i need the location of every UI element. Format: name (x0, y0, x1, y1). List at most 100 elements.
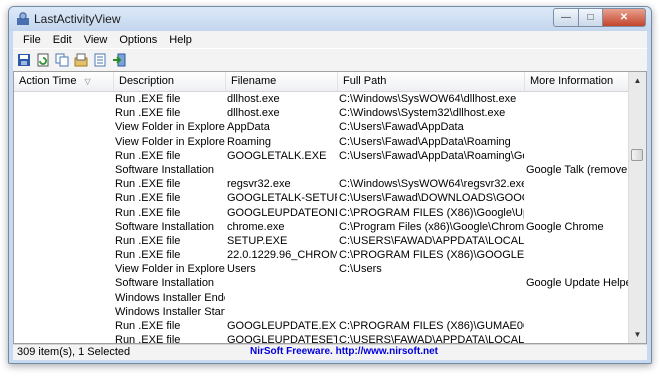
cell-filename: chrome.exe (227, 220, 285, 233)
client-area: File Edit View Options Help Action Time … (13, 31, 647, 360)
activity-list[interactable]: Action Time ▽ Description Filename Full P… (13, 71, 647, 344)
cell-full-path: C:\Users\Fawad\AppData\Roaming\Googl... (339, 149, 524, 162)
cell-full-path: C:\Windows\SysWOW64\regsvr32.exe (339, 178, 524, 191)
table-row[interactable]: 10/31/2012 12:5...Run .EXE fileGOOGLETAL… (14, 191, 632, 205)
exit-icon (113, 53, 126, 67)
cell-full-path: C:\Windows\SysWOW64\dllhost.exe (339, 93, 517, 105)
properties-icon (74, 53, 88, 67)
cell-description: Run .EXE file (115, 93, 181, 105)
table-row[interactable]: 10/31/2012 12:5...Run .EXE fileGOOGLETAL… (14, 149, 632, 163)
minimize-icon: — (561, 12, 571, 23)
scroll-down-icon: ▼ (633, 330, 642, 339)
cell-description: Software Installation (115, 277, 215, 290)
cell-description: Software Installation (115, 220, 215, 233)
menu-file[interactable]: File (17, 33, 47, 47)
column-label: Description (119, 75, 175, 87)
cell-full-path: C:\Windows\System32\dllhost.exe (339, 107, 506, 120)
cell-description: View Folder in Explorer (115, 263, 225, 276)
cell-description: Windows Installer Started (115, 305, 225, 318)
cell-filename: dllhost.exe (227, 107, 280, 120)
nirsoft-link[interactable]: NirSoft Freeware. http://www.nirsoft.net (250, 346, 438, 357)
cell-description: Run .EXE file (115, 334, 181, 344)
cell-description: Run .EXE file (115, 192, 181, 205)
column-header-action-time[interactable]: Action Time ▽ (14, 72, 114, 91)
cell-filename: GOOGLETALK.EXE (227, 149, 327, 162)
list-header: Action Time ▽ Description Filename Full P… (14, 72, 632, 92)
vertical-scrollbar[interactable]: ▲ ▼ (628, 72, 646, 343)
table-row[interactable]: 10/31/2012 12:3...Run .EXE fileGOOGLEUPD… (14, 333, 632, 344)
cell-description: Run .EXE file (115, 234, 181, 247)
toolbar (13, 48, 647, 72)
column-header-full-path[interactable]: Full Path (338, 72, 525, 91)
html-report-button[interactable] (92, 52, 108, 68)
cell-full-path: C:\Users (339, 263, 382, 276)
maximize-icon: □ (587, 12, 594, 23)
html-report-icon (94, 53, 106, 67)
menu-help[interactable]: Help (163, 33, 198, 47)
cell-filename: SETUP.EXE (227, 234, 288, 247)
title-bar[interactable]: LastActivityView — □ ✕ (9, 7, 651, 31)
table-row[interactable]: 10/31/2012 12:4...Software Installationc… (14, 220, 632, 234)
table-row[interactable]: 10/31/2012 12:3...Windows Installer Star… (14, 305, 632, 319)
copy-button[interactable] (54, 52, 70, 68)
column-label: Action Time (19, 75, 77, 87)
scroll-thumb[interactable] (631, 149, 643, 161)
table-row[interactable]: 10/31/2012 12:3...Windows Installer Ende… (14, 291, 632, 305)
column-header-more-information[interactable]: More Information (525, 72, 632, 91)
cell-description: View Folder in Explorer (115, 121, 225, 134)
save-button[interactable] (16, 52, 32, 68)
refresh-icon (37, 53, 49, 67)
cell-full-path: C:\PROGRAM FILES (X86)\Google\Update\... (339, 206, 524, 219)
cell-more-information: Google Talk (remove on... (526, 163, 631, 176)
column-header-description[interactable]: Description (114, 72, 226, 91)
app-icon (17, 12, 29, 25)
table-row[interactable]: 10/31/2012 12:4...Run .EXE file22.0.1229… (14, 248, 632, 262)
close-icon: ✕ (619, 12, 629, 23)
column-label: Filename (231, 75, 277, 87)
status-bar: 309 item(s), 1 Selected NirSoft Freeware… (13, 344, 647, 360)
scroll-up-button[interactable]: ▲ (629, 72, 646, 89)
menu-bar: File Edit View Options Help (13, 31, 647, 48)
table-row[interactable]: 10/31/2012 12:5...Run .EXE fileregsvr32.… (14, 177, 632, 191)
table-row[interactable]: 10/31/2012 1:03:...View Folder in Explor… (14, 120, 632, 134)
scroll-up-icon: ▲ (633, 76, 642, 85)
cell-filename: dllhost.exe (227, 93, 280, 105)
cell-description: Run .EXE file (115, 107, 181, 120)
exit-button[interactable] (111, 52, 127, 68)
cell-full-path: C:\Users\Fawad\AppData\Roaming (339, 135, 511, 148)
sort-descending-icon: ▽ (84, 77, 91, 86)
cell-full-path: C:\USERS\FAWAD\APPDATA\LOCAL\TEM... (339, 334, 524, 344)
cell-description: Run .EXE file (115, 320, 181, 332)
menu-options[interactable]: Options (113, 33, 163, 47)
cell-full-path: C:\Users\Fawad\DOWNLOADS\GOOGLETA... (339, 192, 524, 205)
save-icon (18, 54, 30, 66)
cell-description: Run .EXE file (115, 149, 181, 162)
cell-full-path: C:\Program Files (x86)\Google\Chrome\Ap.… (339, 220, 524, 233)
cell-more-information: Google Chrome (526, 220, 604, 233)
refresh-button[interactable] (35, 52, 51, 68)
table-row[interactable]: 10/31/2012 12:3...View Folder in Explore… (14, 262, 632, 276)
properties-button[interactable] (73, 52, 89, 68)
table-row[interactable]: 10/31/2012 12:4...Run .EXE fileGOOGLEUPD… (14, 206, 632, 220)
table-row[interactable]: 10/31/2012 1:03:...View Folder in Explor… (14, 135, 632, 149)
scroll-down-button[interactable]: ▼ (629, 326, 646, 343)
table-row[interactable]: 10/31/2012 12:5...Software InstallationG… (14, 163, 632, 177)
table-row[interactable]: 10/31/2012 12:4...Run .EXE fileSETUP.EXE… (14, 234, 632, 248)
item-count-status: 309 item(s), 1 Selected (17, 346, 131, 358)
table-row[interactable]: 10/31/2012 12:3...Software InstallationG… (14, 276, 632, 290)
copy-icon (55, 53, 69, 67)
cell-filename: 22.0.1229.96_CHROME_I... (227, 249, 337, 262)
close-button[interactable]: ✕ (603, 8, 646, 27)
cell-description: Software Installation (115, 163, 215, 176)
cell-filename: GOOGLEUPDATEONDE... (227, 206, 337, 219)
maximize-button[interactable]: □ (579, 8, 603, 27)
table-row[interactable]: 10/31/2012 12:3...Run .EXE fileGOOGLEUPD… (14, 319, 632, 333)
menu-edit[interactable]: Edit (47, 33, 78, 47)
minimize-button[interactable]: — (553, 8, 579, 27)
menu-view[interactable]: View (78, 33, 114, 47)
cell-description: Windows Installer Ended (115, 291, 225, 304)
table-row[interactable]: 10/31/2012 1:06:...Run .EXE filedllhost.… (14, 106, 632, 120)
table-row[interactable]: 10/31/2012 1:08:...Run .EXE filedllhost.… (14, 92, 632, 106)
column-header-filename[interactable]: Filename (226, 72, 338, 91)
cell-filename: GOOGLEUPDATE.EXE (227, 320, 337, 332)
